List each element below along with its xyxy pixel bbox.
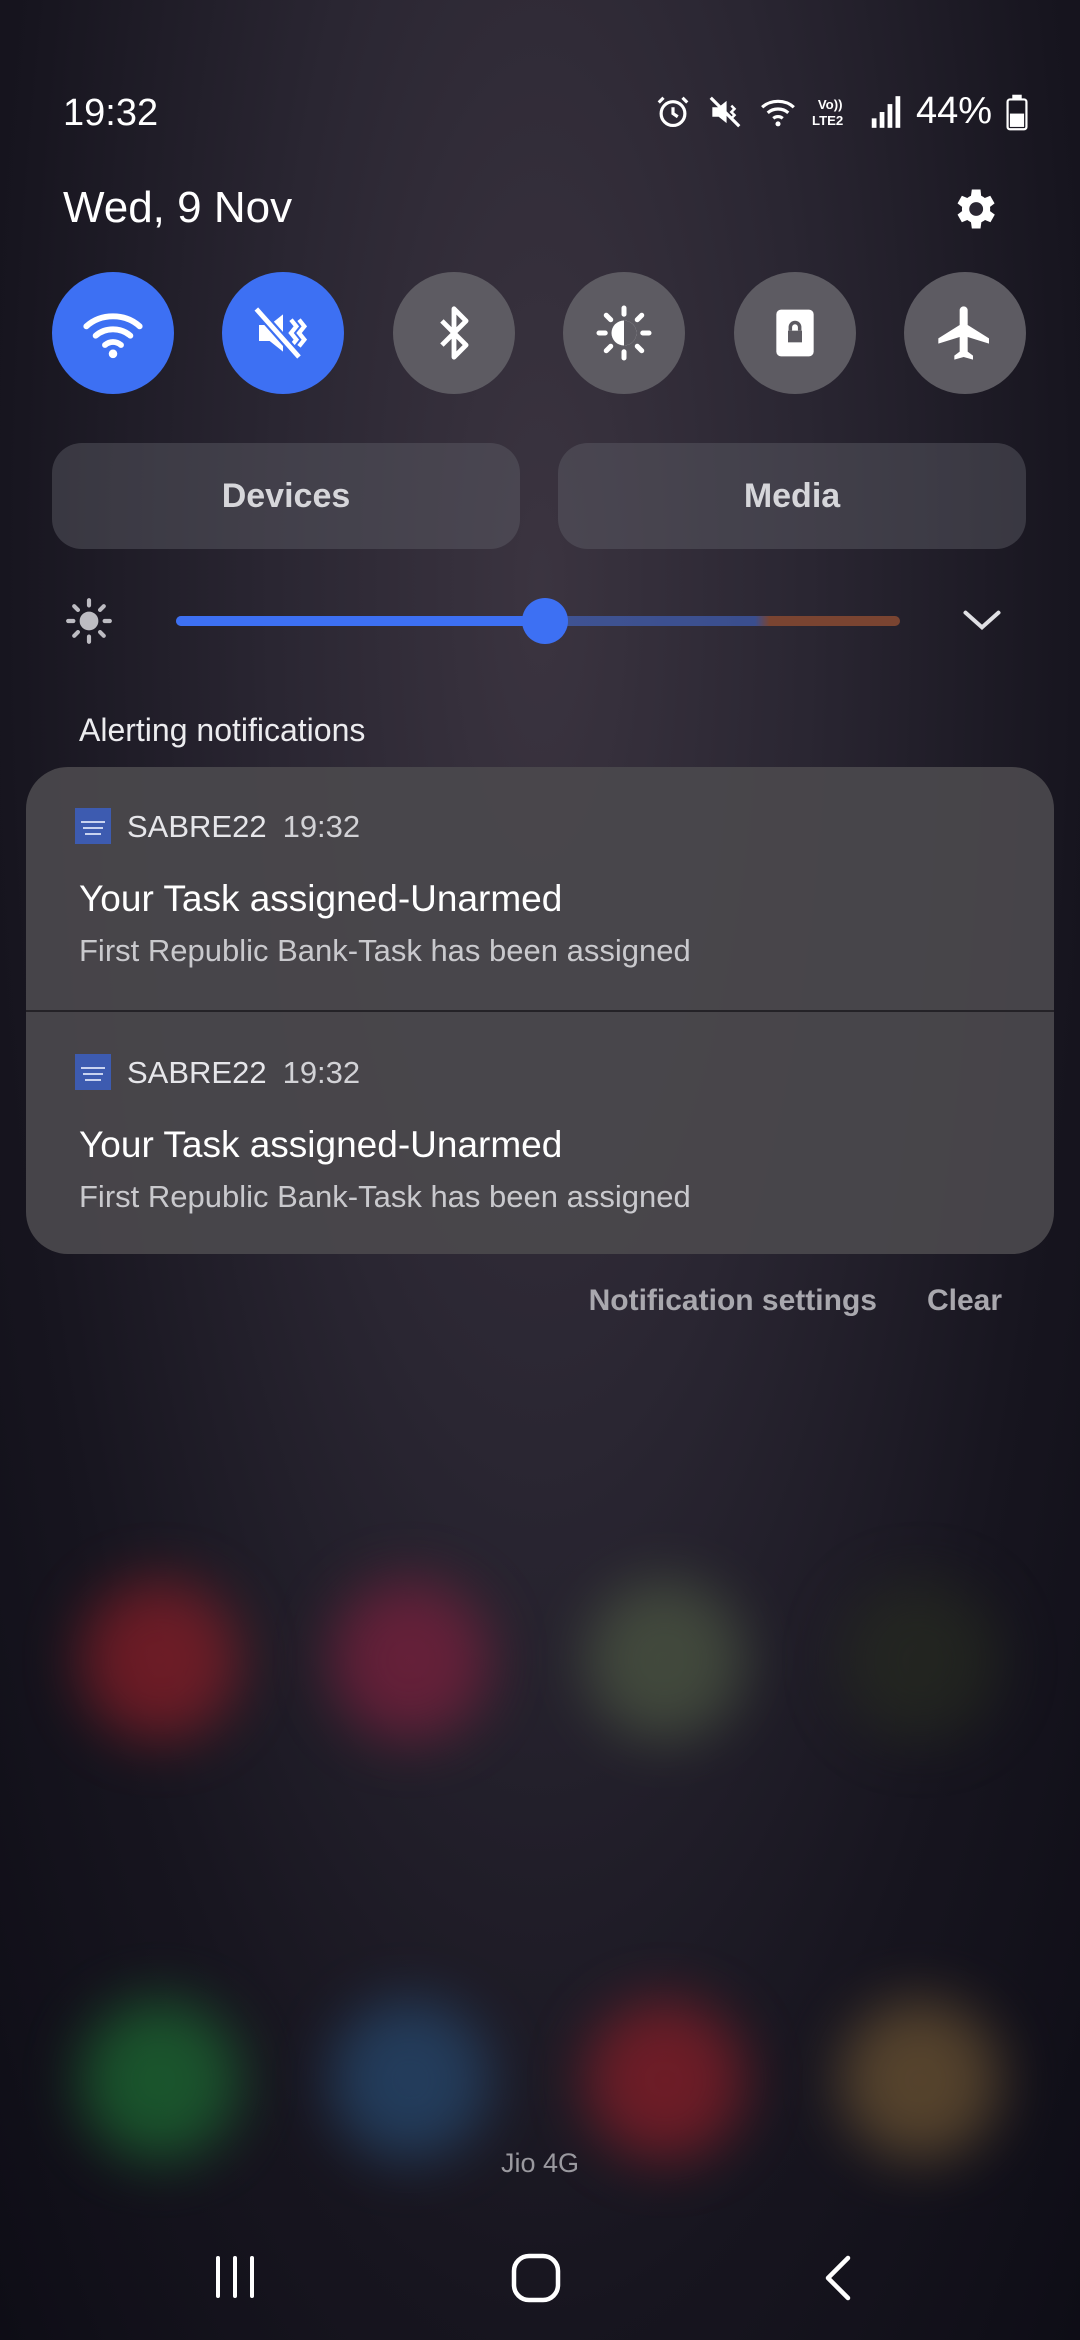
notification-header: SABRE22 19:32 bbox=[127, 1055, 360, 1091]
status-time: 19:32 bbox=[63, 92, 159, 134]
blurred-app-icon bbox=[585, 1580, 745, 1740]
bluetooth-icon bbox=[439, 306, 469, 360]
devices-button[interactable]: Devices bbox=[52, 443, 520, 549]
app-name: SABRE22 bbox=[127, 809, 267, 844]
brightness-slider-fill bbox=[176, 616, 546, 626]
chevron-down-icon[interactable] bbox=[960, 605, 1004, 635]
notification-actions: Notification settings Clear bbox=[589, 1284, 1002, 1318]
battery-percent: 44% bbox=[915, 90, 992, 132]
notification-header: SABRE22 19:32 bbox=[127, 809, 360, 845]
airplane-mode-toggle[interactable] bbox=[903, 272, 1026, 394]
brightness-icon bbox=[596, 305, 652, 361]
notification-item[interactable]: SABRE22 19:32 Your Task assigned-Unarmed … bbox=[26, 767, 1054, 1010]
wifi-icon bbox=[758, 93, 798, 131]
back-icon[interactable] bbox=[818, 2252, 858, 2309]
recents-icon[interactable] bbox=[212, 2254, 258, 2305]
blurred-app-icon bbox=[80, 2000, 240, 2160]
notification-body: First Republic Bank-Task has been assign… bbox=[79, 1179, 691, 1214]
mute-icon bbox=[253, 305, 308, 361]
device-media-row: Devices Media bbox=[52, 443, 1026, 549]
rotation-lock-toggle[interactable] bbox=[733, 272, 856, 394]
alerting-notifications-label: Alerting notifications bbox=[79, 712, 366, 748]
notification-card: SABRE22 19:32 Your Task assigned-Unarmed … bbox=[26, 767, 1054, 1254]
volte-icon: Vo)) LTE2 bbox=[812, 93, 856, 131]
settings-gear-icon[interactable] bbox=[948, 183, 1000, 235]
notification-time: 19:32 bbox=[282, 1055, 361, 1090]
bluetooth-toggle[interactable] bbox=[392, 272, 515, 394]
clear-button[interactable]: Clear bbox=[927, 1284, 1002, 1318]
blurred-app-icon bbox=[80, 1580, 240, 1740]
battery-icon bbox=[1006, 93, 1028, 131]
date-label: Wed, 9 Nov bbox=[63, 183, 293, 232]
notification-settings-button[interactable]: Notification settings bbox=[589, 1284, 877, 1318]
sabre22-app-icon bbox=[75, 808, 111, 844]
notification-time: 19:32 bbox=[282, 809, 361, 844]
blurred-app-icon bbox=[840, 2000, 1000, 2160]
carrier-label: Jio 4G bbox=[500, 2148, 580, 2178]
blurred-app-icon bbox=[330, 1580, 490, 1740]
blurred-app-icon bbox=[585, 2000, 745, 2160]
alarm-icon bbox=[654, 93, 692, 131]
quick-settings-row bbox=[52, 272, 1026, 394]
blurred-app-icon bbox=[840, 1580, 1000, 1740]
home-icon[interactable] bbox=[510, 2252, 562, 2309]
svg-text:Vo)): Vo)) bbox=[818, 97, 843, 112]
navigation-bar bbox=[0, 2248, 1080, 2308]
signal-icon bbox=[870, 93, 902, 131]
sound-mute-toggle[interactable] bbox=[222, 272, 345, 394]
app-name: SABRE22 bbox=[127, 1055, 267, 1090]
notification-body: First Republic Bank-Task has been assign… bbox=[79, 933, 691, 968]
brightness-sun-icon bbox=[64, 596, 114, 646]
airplane-icon bbox=[938, 306, 989, 360]
lock-icon bbox=[775, 309, 814, 357]
blurred-app-icon bbox=[330, 2000, 490, 2160]
sabre22-app-icon bbox=[75, 1054, 111, 1090]
svg-text:LTE2: LTE2 bbox=[812, 113, 843, 128]
notification-item[interactable]: SABRE22 19:32 Your Task assigned-Unarmed … bbox=[26, 1012, 1054, 1254]
notification-title: Your Task assigned-Unarmed bbox=[79, 878, 563, 919]
brightness-mode-toggle[interactable] bbox=[563, 272, 686, 394]
status-icons: Vo)) LTE2 44% bbox=[654, 90, 1028, 133]
mute-icon bbox=[706, 93, 744, 131]
wifi-toggle[interactable] bbox=[52, 272, 174, 394]
notification-title: Your Task assigned-Unarmed bbox=[79, 1124, 563, 1165]
wifi-icon bbox=[83, 313, 143, 359]
brightness-slider-thumb[interactable] bbox=[522, 598, 569, 644]
media-button[interactable]: Media bbox=[558, 443, 1026, 549]
